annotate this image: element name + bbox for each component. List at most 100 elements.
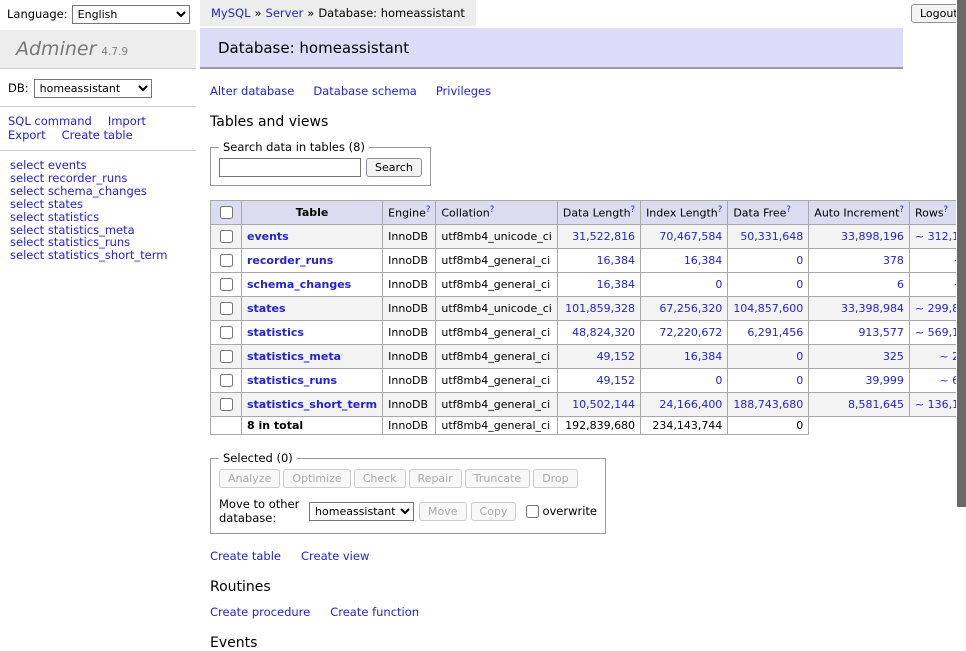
check-button[interactable]: Check [354,469,406,488]
privileges-link[interactable]: Privileges [436,84,491,98]
optimize-button[interactable]: Optimize [283,469,350,488]
index-length-link[interactable]: 0 [715,278,722,291]
row-checkbox[interactable] [220,398,233,411]
index-length-link[interactable]: 67,256,320 [659,302,722,315]
data-free-link[interactable]: 6,291,456 [747,326,803,339]
collation-cell: utf8mb4_general_ci [436,393,557,417]
row-checkbox[interactable] [220,302,233,315]
data-free-link[interactable]: 0 [796,278,803,291]
import-link[interactable]: Import [108,114,146,128]
row-checkbox[interactable] [220,326,233,339]
overwrite-checkbox[interactable] [526,505,539,518]
move-db-select[interactable]: homeassistant [309,502,414,521]
export-link[interactable]: Export [8,128,46,142]
data-length-link[interactable]: 31,522,816 [572,230,635,243]
drop-button[interactable]: Drop [533,469,577,488]
search-input[interactable] [219,158,361,177]
sidebar-select-link[interactable]: select statistics_short_term [10,248,167,262]
sidebar: Adminer4.7.9 DB:homeassistant SQL comman… [0,30,196,262]
select-all-checkbox[interactable] [220,206,233,219]
sidebar-select-link[interactable]: select statistics_meta [10,223,135,237]
engine-help-link[interactable]: ? [426,205,431,215]
db-select[interactable]: homeassistant [34,79,152,98]
row-select-cell [211,273,242,297]
sidebar-select-link[interactable]: select statistics [10,210,99,224]
auto-increment-link[interactable]: 6 [897,278,904,291]
table-name-link[interactable]: statistics_short_term [247,398,377,411]
data-free-link[interactable]: 104,857,600 [733,302,803,315]
table-header-row: Table Engine? Collation? Data Length? In… [211,201,966,225]
data-length-link[interactable]: 49,152 [597,350,636,363]
data-length-link[interactable]: 16,384 [597,278,636,291]
sidebar-select-link[interactable]: select recorder_runs [10,171,127,185]
move-button[interactable]: Move [419,502,467,521]
index-length-link[interactable]: 16,384 [684,350,723,363]
table-name-link[interactable]: statistics_meta [247,350,341,363]
index-length-link[interactable]: 24,166,400 [659,398,722,411]
row-select-cell [211,225,242,249]
create-table-link-main[interactable]: Create table [210,549,281,563]
auto-increment-link[interactable]: 8,581,645 [848,398,904,411]
auto-increment-link[interactable]: 33,398,984 [841,302,904,315]
data-free-link[interactable]: 50,331,648 [740,230,803,243]
data-length-link[interactable]: 101,859,328 [565,302,635,315]
database-schema-link[interactable]: Database schema [313,84,416,98]
data-length-link[interactable]: 16,384 [597,254,636,267]
adminer-version: 4.7.9 [101,46,128,58]
data-free-link[interactable]: 0 [796,350,803,363]
copy-button[interactable]: Copy [471,502,517,521]
data-length-link[interactable]: 10,502,144 [572,398,635,411]
row-checkbox[interactable] [220,278,233,291]
auto-increment-link[interactable]: 325 [883,350,904,363]
table-name-link[interactable]: schema_changes [247,278,351,291]
index-length-link[interactable]: 70,467,584 [659,230,722,243]
sidebar-select-link[interactable]: select states [10,197,83,211]
data-free-help-link[interactable]: ? [786,205,791,215]
alter-database-link[interactable]: Alter database [210,84,294,98]
sidebar-select-link[interactable]: select statistics_runs [10,235,130,249]
create-procedure-link[interactable]: Create procedure [210,605,310,619]
auto-increment-link[interactable]: 378 [883,254,904,267]
row-checkbox[interactable] [220,230,233,243]
table-name-link[interactable]: states [247,302,286,315]
truncate-button[interactable]: Truncate [465,469,530,488]
create-table-link[interactable]: Create table [62,128,133,142]
create-view-link[interactable]: Create view [301,549,369,563]
language-select[interactable]: English [72,5,190,24]
repair-button[interactable]: Repair [409,469,462,488]
breadcrumb-server-link[interactable]: Server [266,6,304,20]
data-free-link[interactable]: 0 [796,374,803,387]
auto-increment-cell: 33,898,196 [809,225,910,249]
breadcrumb-mysql-link[interactable]: MySQL [211,6,251,20]
table-name-link[interactable]: recorder_runs [247,254,333,267]
data-length-help-link[interactable]: ? [631,205,636,215]
index-length-link[interactable]: 0 [715,374,722,387]
sidebar-select-link[interactable]: select schema_changes [10,184,147,198]
create-function-link[interactable]: Create function [330,605,419,619]
data-length-link[interactable]: 49,152 [597,374,636,387]
search-button[interactable]: Search [366,158,422,177]
auto-increment-link[interactable]: 39,999 [865,374,904,387]
data-length-link[interactable]: 48,824,320 [572,326,635,339]
auto-increment-link[interactable]: 33,898,196 [841,230,904,243]
row-checkbox[interactable] [220,254,233,267]
data-free-link[interactable]: 188,743,680 [733,398,803,411]
table-name-link[interactable]: statistics_runs [247,374,337,387]
table-name-link[interactable]: statistics [247,326,304,339]
analyze-button[interactable]: Analyze [219,469,280,488]
row-checkbox[interactable] [220,350,233,363]
auto-increment-help-link[interactable]: ? [899,205,904,215]
sidebar-select-link[interactable]: select events [10,158,87,172]
data-free-link[interactable]: 0 [796,254,803,267]
auto-increment-link[interactable]: 913,577 [858,326,904,339]
sql-command-link[interactable]: SQL command [8,114,92,128]
index-length-help-link[interactable]: ? [718,205,723,215]
sidebar-table-item: select statistics_short_term [10,249,188,262]
table-name-link[interactable]: events [247,230,289,243]
index-length-link[interactable]: 72,220,672 [659,326,722,339]
scrollbar-thumb[interactable] [957,0,966,507]
index-length-link[interactable]: 16,384 [684,254,723,267]
rows-help-link[interactable]: ? [944,205,949,215]
row-checkbox[interactable] [220,374,233,387]
collation-help-link[interactable]: ? [490,205,495,215]
